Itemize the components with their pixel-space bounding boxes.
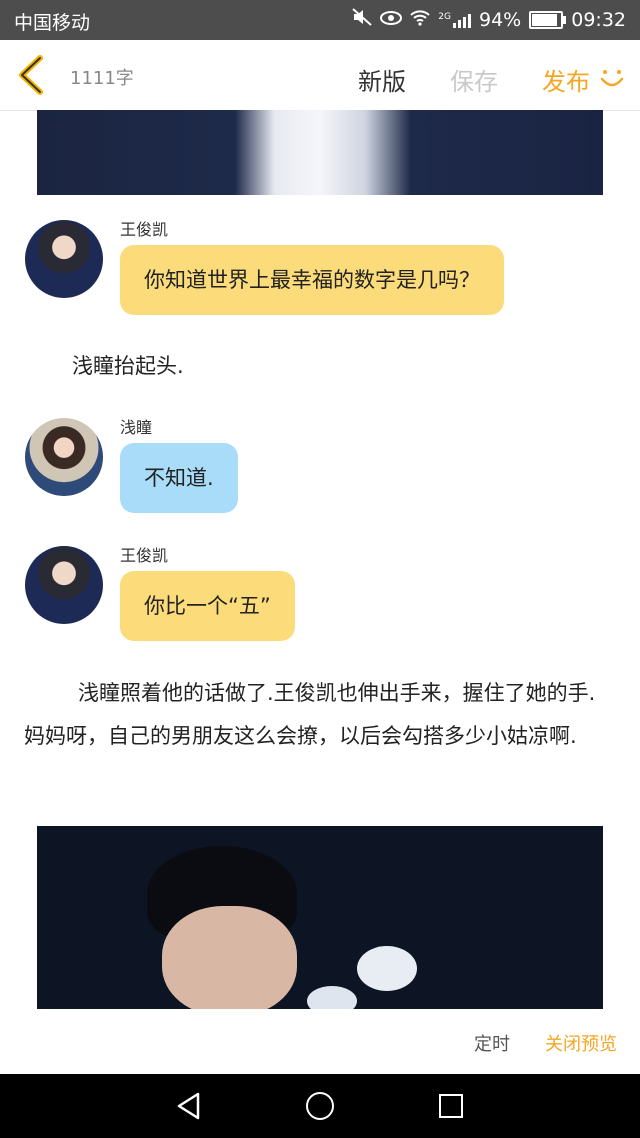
nav-recent-icon[interactable] bbox=[439, 1094, 463, 1118]
nav-home-icon[interactable] bbox=[306, 1092, 334, 1120]
eye-icon bbox=[380, 9, 403, 31]
save-button[interactable]: 保存 bbox=[450, 62, 498, 97]
chat-bubble: 你知道世界上最幸福的数字是几吗？ bbox=[120, 245, 504, 315]
network-type-label: 2G bbox=[438, 11, 451, 22]
story-image-top bbox=[37, 110, 603, 195]
word-count: 1111字 bbox=[70, 68, 134, 89]
sender-name: 浅瞳 bbox=[120, 418, 153, 437]
story-image-bottom bbox=[37, 826, 603, 1009]
carrier-label: 中国移动 bbox=[14, 12, 91, 34]
signal-icon: 2G bbox=[438, 12, 471, 28]
status-icons: 2G 94% 09:32 bbox=[352, 8, 626, 31]
sender-name: 王俊凯 bbox=[120, 546, 169, 565]
chat-bubble: 你比一个“五” bbox=[120, 571, 295, 641]
avatar[interactable] bbox=[25, 418, 103, 496]
avatar[interactable] bbox=[25, 546, 103, 624]
chat-bubble: 不知道. bbox=[120, 443, 238, 513]
story-preview[interactable]: 王俊凯 你知道世界上最幸福的数字是几吗？ 浅瞳抬起头. 浅瞳 不知道. 王俊凯 … bbox=[0, 110, 640, 1020]
navigation-bar bbox=[0, 1074, 640, 1138]
status-bar: 中国移动 2G 94% 09:32 bbox=[0, 0, 640, 40]
close-preview-button[interactable]: 关闭预览 bbox=[545, 1030, 617, 1056]
narration: 浅瞳抬起头. bbox=[72, 354, 184, 378]
back-chevron-icon[interactable] bbox=[14, 54, 50, 96]
mute-icon bbox=[352, 8, 372, 31]
avatar[interactable] bbox=[25, 220, 103, 298]
new-version-button[interactable]: 新版 bbox=[358, 62, 406, 97]
smile-icon[interactable] bbox=[598, 64, 626, 92]
story-paragraph: 浅瞳照着他的话做了.王俊凯也伸出手来，握住了她的手.妈妈呀，自己的男朋友这么会撩… bbox=[24, 681, 596, 748]
wifi-icon bbox=[410, 9, 430, 31]
publish-button[interactable]: 发布 bbox=[542, 62, 590, 97]
battery-icon bbox=[529, 10, 567, 29]
battery-percent: 94% bbox=[479, 8, 522, 31]
clock: 09:32 bbox=[571, 8, 626, 31]
timer-button[interactable]: 定时 bbox=[474, 1030, 510, 1056]
nav-back-icon[interactable] bbox=[176, 1092, 202, 1124]
editor-header: 1111字 新版 保存 发布 bbox=[0, 40, 640, 111]
sender-name: 王俊凯 bbox=[120, 220, 169, 239]
